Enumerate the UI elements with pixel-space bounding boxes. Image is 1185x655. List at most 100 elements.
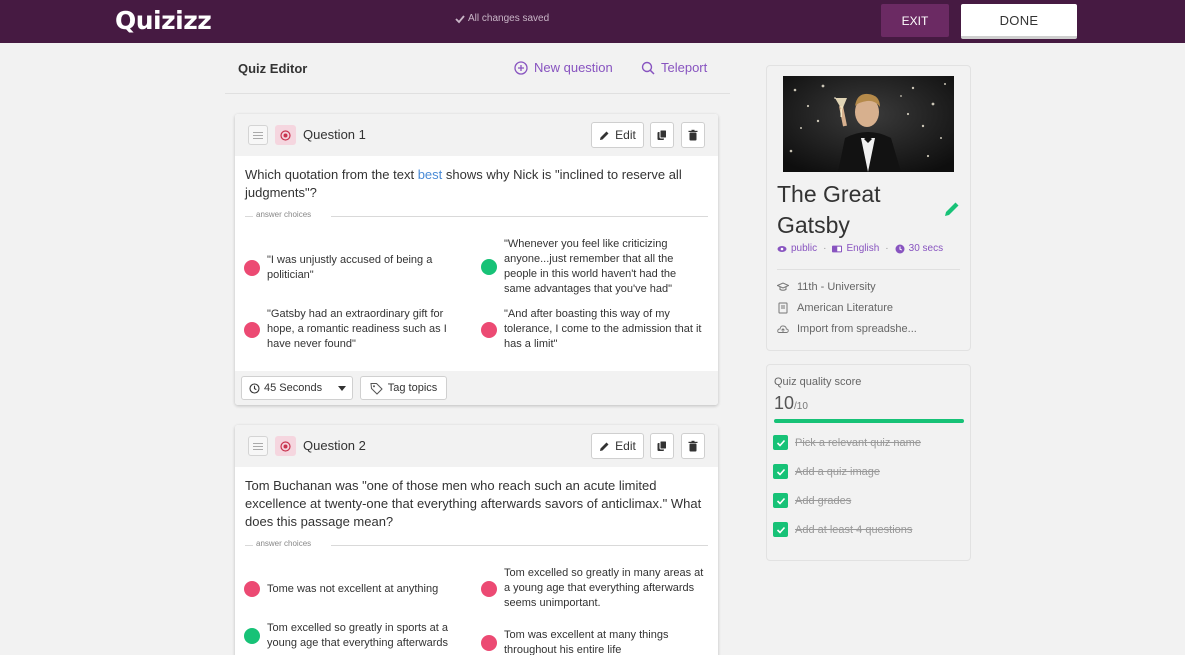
- quality-check-text: Add grades: [795, 494, 852, 507]
- correct-indicator: [481, 259, 497, 275]
- header-divider: [225, 93, 730, 94]
- done-button[interactable]: DONE: [961, 4, 1077, 39]
- question-card: Question 1 Edit Which quotation from the…: [235, 114, 718, 405]
- quiz-meta: public · English · 30 secs: [777, 243, 943, 254]
- quality-check-item: Add a quiz image: [773, 464, 880, 479]
- answer-choice: "Whenever you feel like criticizing anyo…: [481, 237, 704, 297]
- checkbox-checked-icon: [773, 435, 788, 450]
- copy-icon: [657, 129, 667, 140]
- incorrect-indicator: [244, 581, 260, 597]
- time-limit-value: 45 Seconds: [264, 382, 323, 394]
- save-status: All changes saved: [455, 13, 549, 24]
- incorrect-indicator: [481, 580, 497, 597]
- answer-choice-text: "And after boasting this way of my toler…: [504, 308, 702, 350]
- multiple-choice-icon: [275, 125, 296, 145]
- save-status-text: All changes saved: [468, 13, 550, 24]
- answer-choices-label: answer choices: [256, 539, 312, 548]
- quality-progress-bar: [774, 419, 964, 423]
- plus-circle-icon: [514, 60, 528, 75]
- answer-choices-divider: answer choices: [245, 539, 708, 551]
- quiz-cover-image[interactable]: [783, 76, 954, 172]
- question-text-part: Which quotation from the text: [245, 167, 418, 182]
- check-icon: [455, 14, 465, 23]
- edit-label: Edit: [615, 128, 636, 142]
- answer-choice-text: Tome was not excellent at anything: [267, 582, 439, 595]
- quality-check-item: Pick a relevant quiz name: [773, 435, 921, 450]
- pencil-icon: [600, 131, 609, 140]
- question-text: Tom Buchanan was "one of those men who r…: [245, 478, 702, 529]
- trash-icon: [688, 129, 698, 141]
- delete-button[interactable]: [681, 122, 705, 148]
- answer-choice: "Gatsby had an extraordinary gift for ho…: [244, 307, 467, 352]
- top-bar: Quizizz All changes saved EXIT DONE: [0, 0, 1185, 43]
- quiz-info-card: The Great Gatsby public · English · 30 s…: [766, 65, 971, 351]
- incorrect-indicator: [244, 321, 260, 338]
- language-icon: [832, 245, 843, 252]
- tag-topics-button[interactable]: Tag topics: [360, 376, 447, 400]
- edit-button[interactable]: Edit: [591, 433, 644, 459]
- correct-indicator: [244, 628, 260, 644]
- answer-choice-text: Tom was excellent at many things through…: [504, 629, 669, 655]
- answer-choice: Tom was excellent at many things through…: [481, 628, 704, 655]
- subject-info[interactable]: American Literature: [777, 302, 893, 314]
- page-title: Quiz Editor: [238, 61, 308, 76]
- quiz-quality-card: Quiz quality score 10/10 Pick a relevant…: [766, 364, 971, 561]
- chevron-down-icon: [338, 386, 346, 391]
- incorrect-indicator: [481, 635, 497, 651]
- import-label: Import from spreadshe...: [797, 323, 917, 335]
- clock-icon: [895, 244, 905, 253]
- quality-check-text: Add a quiz image: [795, 465, 880, 478]
- answer-choice-text: "Whenever you feel like criticizing anyo…: [504, 238, 677, 295]
- question-header: Question 2 Edit: [235, 425, 718, 467]
- checkbox-checked-icon: [773, 464, 788, 479]
- quizizz-logo[interactable]: Quizizz: [115, 6, 212, 35]
- pencil-icon: [600, 442, 609, 451]
- quality-progress-fill: [774, 419, 964, 423]
- tag-topics-label: Tag topics: [387, 382, 438, 394]
- quality-title: Quiz quality score: [774, 376, 862, 388]
- question-text: Which quotation from the text best shows…: [245, 166, 710, 202]
- quality-check-text: Pick a relevant quiz name: [795, 436, 921, 449]
- divider: [777, 269, 960, 270]
- grade-info[interactable]: 11th - University: [777, 281, 876, 293]
- quality-check-item: Add grades: [773, 493, 851, 508]
- new-question-button[interactable]: New question: [514, 60, 613, 75]
- time-limit-select[interactable]: 45 Seconds: [241, 376, 353, 400]
- question-header: Question 1 Edit: [235, 114, 718, 156]
- quiz-name: The Great Gatsby: [777, 181, 881, 238]
- delete-button[interactable]: [681, 433, 705, 459]
- time-label: 30 secs: [908, 243, 944, 254]
- edit-button[interactable]: Edit: [591, 122, 644, 148]
- question-number: Question 1: [303, 127, 366, 142]
- teleport-button[interactable]: Teleport: [641, 60, 707, 75]
- answer-choice: Tome was not excellent at anything: [244, 581, 467, 597]
- clock-icon: [249, 382, 260, 394]
- cloud-upload-icon: [777, 325, 789, 333]
- quality-check-text: Add at least 4 questions: [795, 523, 913, 536]
- edit-quiz-pencil-icon[interactable]: [943, 200, 961, 218]
- answer-choice-text: Tom excelled so greatly in sports at a y…: [267, 622, 449, 649]
- quality-score-value: 10: [774, 393, 795, 413]
- answer-choice: "I was unjustly accused of being a polit…: [244, 253, 467, 283]
- exit-button[interactable]: EXIT: [881, 4, 949, 37]
- drag-handle-icon[interactable]: [248, 125, 268, 145]
- checkbox-checked-icon: [773, 522, 788, 537]
- language-label: English: [846, 243, 880, 254]
- grade-label: 11th - University: [797, 281, 876, 293]
- import-spreadsheet-link[interactable]: Import from spreadshe...: [777, 323, 917, 335]
- checkbox-checked-icon: [773, 493, 788, 508]
- question-card: Question 2 Edit Tom Buchanan was "one of…: [235, 425, 718, 655]
- question-text-highlight: best: [417, 167, 443, 182]
- incorrect-indicator: [481, 321, 497, 338]
- duplicate-button[interactable]: [650, 433, 674, 459]
- answer-choice: Tom excelled so greatly in many areas at…: [481, 566, 704, 611]
- graduation-cap-icon: [777, 282, 789, 291]
- duplicate-button[interactable]: [650, 122, 674, 148]
- visibility-label: public: [791, 243, 818, 254]
- tag-icon: [370, 382, 383, 395]
- drag-handle-icon[interactable]: [248, 436, 268, 456]
- new-question-label: New question: [534, 60, 613, 75]
- question-footer: 45 Seconds Tag topics: [235, 371, 718, 405]
- quality-score: 10/10: [774, 393, 808, 414]
- trash-icon: [688, 440, 698, 452]
